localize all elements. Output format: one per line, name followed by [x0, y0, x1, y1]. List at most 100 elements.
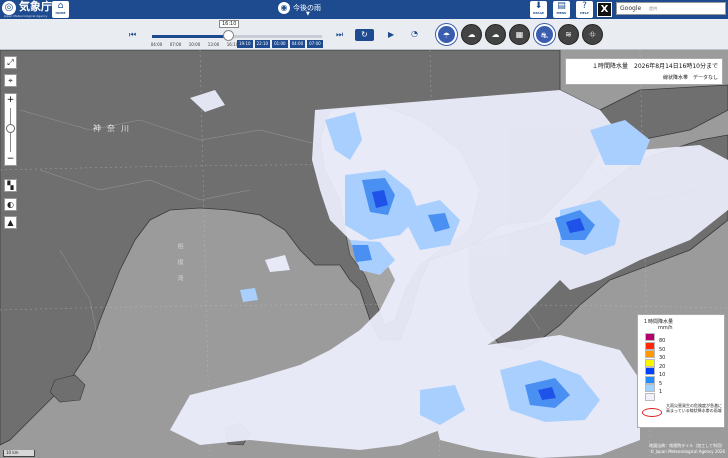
legend-swatch: [645, 375, 655, 384]
legend-title: １時間降水量: [643, 319, 674, 325]
image-button[interactable]: ⬇ IMAGE: [530, 1, 547, 18]
copyright: © Japan Meteorological Agency 2026: [650, 449, 725, 454]
zoom-out-icon[interactable]: −: [5, 154, 16, 164]
search-placeholder: 提供: [649, 6, 658, 11]
fullscreen-icon: ⤢: [7, 58, 14, 67]
timeline-elapsed: [152, 35, 228, 38]
river-layer-button[interactable]: ≋: [558, 24, 579, 45]
future-tick-label[interactable]: 04:00: [289, 40, 306, 48]
x-share-icon[interactable]: X: [597, 2, 612, 17]
legend-swatch: [645, 358, 655, 367]
snow-layer-button[interactable]: ☁: [461, 24, 482, 45]
skip-end-icon[interactable]: ⏭: [336, 30, 343, 40]
future-tick-label[interactable]: 22:10: [254, 40, 271, 48]
menu-label: MENU: [556, 11, 567, 15]
search-brand: Google: [620, 5, 642, 12]
map-label-chiba: 千葉: [590, 191, 614, 199]
railway-layer-button[interactable]: ⛗: [582, 24, 603, 45]
home-label: HOME: [55, 11, 66, 15]
mountain-icon: ▲: [7, 218, 14, 227]
legend-swatch: [645, 341, 655, 350]
timeline-knob[interactable]: [223, 30, 234, 41]
tick-label: 13:00: [207, 42, 220, 47]
download-icon: ⬇: [534, 1, 543, 11]
agency-name: 気象庁: [19, 0, 52, 13]
radar-map[interactable]: 神奈川 相模湾 千葉: [0, 50, 728, 458]
tick-label: 04:00: [150, 42, 163, 47]
legend-level-label: 80: [659, 338, 666, 344]
page-title-dropdown[interactable]: ◉ 今後の雨 ▼: [278, 2, 321, 17]
opacity-icon: ◐: [7, 200, 14, 209]
timeline-bar: ⏮ 16:10 04:00 07:00 10:00 13:00 16:10 19…: [0, 19, 728, 50]
printer-icon: ▤: [557, 1, 566, 11]
legend-swatch: [645, 367, 655, 375]
menu-button[interactable]: ▤ MENU: [553, 1, 570, 18]
tick-label: 10:00: [188, 42, 201, 47]
rainband-ellipse-icon: [642, 408, 662, 417]
road-icon: ⛐: [541, 31, 548, 40]
legend-swatch: [645, 384, 655, 392]
warning-layer-button[interactable]: ☁: [485, 24, 506, 45]
grid-layer-button[interactable]: ▦: [509, 24, 530, 45]
precip-period-text: １時間降水量 2026年8月14日16時10分まで: [592, 63, 718, 70]
legend-level-label: 20: [659, 363, 666, 370]
legend-level-label: 10: [659, 372, 666, 378]
road-layer-button[interactable]: ⛐: [534, 24, 555, 45]
globe-icon: ◉: [278, 2, 290, 14]
location-pin-icon: ⌖: [8, 76, 13, 85]
grid-icon: ▦: [515, 30, 524, 39]
map-label-sagami-bay: 相模湾: [176, 243, 183, 291]
future-tick-label[interactable]: 01:00: [272, 40, 288, 48]
legend-level-label: 5: [659, 380, 663, 387]
skip-start-icon[interactable]: ⏮: [129, 30, 136, 40]
refresh-button[interactable]: ↻: [355, 29, 374, 41]
snow-cloud-icon: ☁: [467, 30, 476, 39]
cloud-warning-icon: ☁: [491, 30, 500, 39]
legend-level-label: 50: [659, 346, 666, 353]
legend-rainband-note: 大雨災害発生の危険度が急激に高まっている線状降水帯の雨域: [666, 403, 722, 413]
map-icon: ▚: [7, 181, 14, 190]
rain-cloud-icon: ☂: [442, 31, 451, 40]
legend-swatch: [645, 392, 655, 401]
top-header: ◎ 気象庁 Japan Meteorological Agency ⌂ HOME…: [0, 0, 728, 19]
future-tick-label[interactable]: 19:10: [237, 40, 253, 48]
map-layers-button[interactable]: ▚: [4, 179, 17, 192]
zoom-control[interactable]: + −: [4, 93, 17, 166]
map-canvas: [0, 50, 728, 458]
jma-logo[interactable]: ◎ 気象庁 Japan Meteorological Agency: [2, 0, 52, 18]
agency-subtitle: Japan Meteorological Agency: [4, 14, 48, 18]
timeline-future-ticks: 19:10 22:10 01:00 04:00 07:00: [237, 40, 323, 48]
river-icon: ≋: [565, 30, 572, 39]
help-button[interactable]: ? HELP: [576, 1, 593, 18]
terrain-button[interactable]: ▲: [4, 216, 17, 229]
map-credits: 地図出典：地理院タイル（加工して利用） © Japan Meteorologic…: [649, 443, 725, 455]
play-icon[interactable]: ▶: [388, 30, 394, 39]
tick-label: 07:00: [169, 42, 182, 47]
legend-swatch: [645, 333, 655, 341]
legend-swatch: [645, 350, 655, 358]
timeline-past-ticks: 04:00 07:00 10:00 13:00 16:10: [147, 42, 242, 47]
railway-icon: ⛗: [589, 30, 596, 39]
precipitation-legend: １時間降水量 mm/h 80 50 30 20 10 5 1 大雨災害発生の危険度が急激に高…: [637, 314, 725, 428]
image-label: IMAGE: [533, 11, 544, 15]
zoom-in-icon[interactable]: +: [5, 95, 16, 105]
opacity-button[interactable]: ◐: [4, 198, 17, 211]
locate-button[interactable]: ⌖: [4, 74, 17, 87]
chevron-down-icon: ▼: [306, 11, 310, 17]
jma-logo-icon: ◎: [2, 1, 16, 15]
future-tick-label[interactable]: 07:00: [307, 40, 323, 48]
map-label-kanagawa: 神奈川: [93, 124, 135, 133]
search-input[interactable]: Google 提供: [616, 2, 726, 15]
help-label: HELP: [580, 11, 589, 15]
fullscreen-button[interactable]: ⤢: [4, 56, 17, 69]
zoom-slider-knob[interactable]: [6, 124, 15, 133]
current-time-label: 16:10: [219, 20, 240, 28]
home-button[interactable]: ⌂ HOME: [52, 1, 69, 18]
rainband-status-text: 線状降水帯 データなし: [662, 75, 718, 81]
speed-gauge-icon[interactable]: ◔: [411, 29, 418, 38]
legend-level-label: 30: [659, 355, 666, 361]
refresh-icon: ↻: [361, 30, 368, 39]
home-icon: ⌂: [57, 1, 64, 11]
question-icon: ?: [582, 1, 587, 11]
rain-layer-button[interactable]: ☂: [436, 24, 457, 45]
